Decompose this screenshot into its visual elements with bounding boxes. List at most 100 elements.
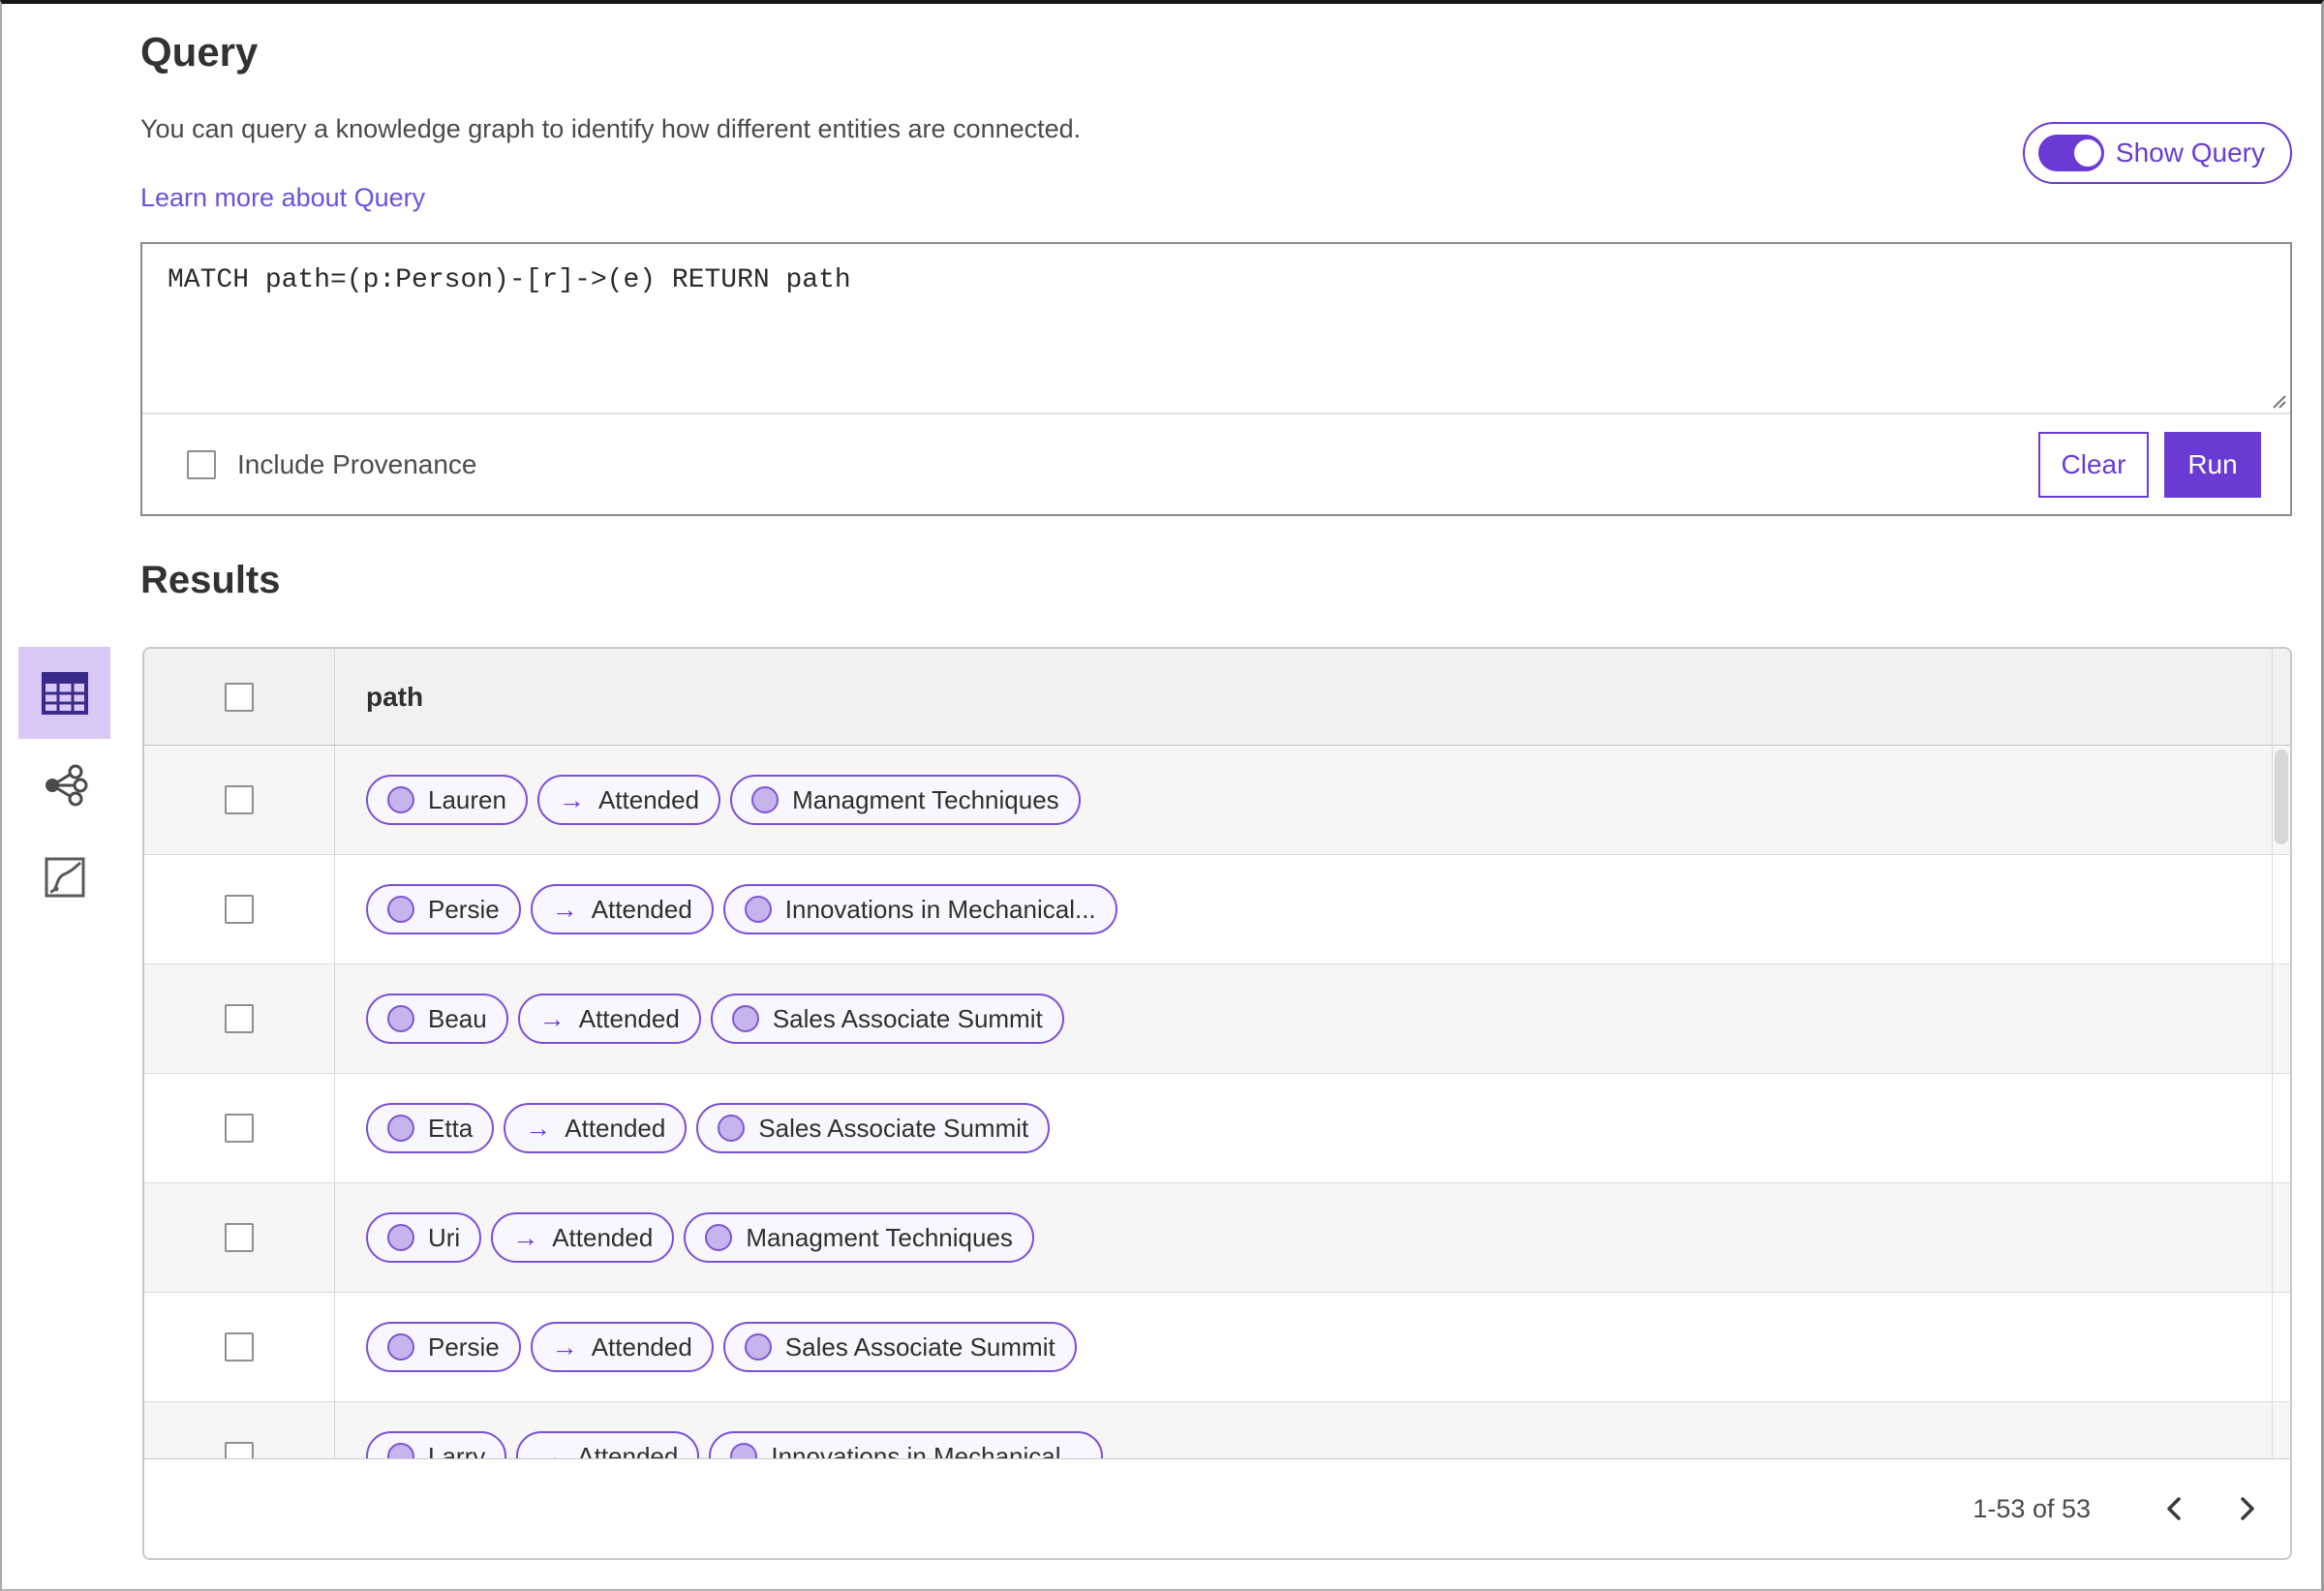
- query-input[interactable]: MATCH path=(p:Person)-[r]->(e) RETURN pa…: [142, 244, 2290, 413]
- pagination-range: 1-53 of 53: [1972, 1493, 2091, 1523]
- node-pill[interactable]: Sales Associate Summit: [696, 1103, 1051, 1153]
- node-label: Etta: [428, 1113, 474, 1143]
- edge-pill[interactable]: → Attended: [536, 775, 721, 825]
- chevron-right-icon: [2241, 1497, 2254, 1520]
- node-label: Beau: [428, 1003, 487, 1033]
- table-row: Etta → Attended Sales Associate Summit: [144, 1074, 2290, 1183]
- header-checkbox-cell: [144, 649, 335, 745]
- node-label: Lauren: [428, 784, 506, 814]
- node-pill[interactable]: Sales Associate Summit: [722, 1322, 1077, 1372]
- node-circle-icon: [744, 1333, 772, 1361]
- node-pill[interactable]: Uri: [366, 1212, 482, 1263]
- node-pill[interactable]: Persie: [366, 884, 521, 934]
- row-checkbox-cell: [144, 1183, 335, 1292]
- table-body: Lauren → Attended Managment Techniques P…: [144, 746, 2290, 1458]
- row-checkbox[interactable]: [225, 1114, 254, 1143]
- row-checkbox[interactable]: [225, 785, 254, 814]
- node-pill[interactable]: Managment Techniques: [684, 1212, 1034, 1263]
- node-pill[interactable]: Sales Associate Summit: [710, 994, 1064, 1044]
- path-cell: Beau → Attended Sales Associate Summit: [335, 994, 2290, 1044]
- column-header-path: path: [366, 681, 424, 712]
- edge-pill[interactable]: → Attended: [530, 884, 714, 934]
- include-provenance-checkbox[interactable]: [187, 449, 216, 479]
- chevron-left-icon: [2167, 1497, 2181, 1520]
- resize-handle-icon[interactable]: [2268, 390, 2287, 410]
- node-label: Innovations in Mechanical...: [771, 1441, 1083, 1459]
- view-switcher-sidebar: [18, 647, 142, 923]
- table-row: Uri → Attended Managment Techniques: [144, 1183, 2290, 1293]
- path-cell: Etta → Attended Sales Associate Summit: [335, 1103, 2290, 1153]
- arrow-right-icon: →: [525, 1113, 552, 1143]
- arrow-right-icon: →: [551, 894, 578, 924]
- pagination-next-button[interactable]: [2224, 1485, 2271, 1532]
- node-label: Persie: [428, 1331, 500, 1362]
- tab-network-view[interactable]: [18, 739, 110, 831]
- path-cell: Persie → Attended Innovations in Mechani…: [335, 884, 2290, 934]
- learn-more-link[interactable]: Learn more about Query: [140, 183, 425, 213]
- arrow-right-icon: →: [538, 1003, 566, 1033]
- row-checkbox[interactable]: [225, 1442, 254, 1458]
- table-footer: 1-53 of 53: [144, 1458, 2290, 1558]
- tab-table-view[interactable]: [18, 647, 110, 739]
- node-circle-icon: [387, 786, 414, 813]
- edge-pill[interactable]: → Attended: [530, 1322, 714, 1372]
- row-checkbox-cell: [144, 1074, 335, 1182]
- edge-pill[interactable]: → Attended: [491, 1212, 675, 1263]
- node-label: Managment Techniques: [746, 1222, 1013, 1252]
- path-cell: Lauren → Attended Managment Techniques: [335, 775, 2290, 825]
- path-cell: Larry → Attended Innovations in Mechanic…: [335, 1431, 2290, 1458]
- show-query-toggle[interactable]: Show Query: [2022, 122, 2292, 184]
- node-pill[interactable]: Persie: [366, 1322, 521, 1372]
- row-checkbox-cell: [144, 1293, 335, 1401]
- node-pill[interactable]: Etta: [366, 1103, 495, 1153]
- row-checkbox-cell: [144, 746, 335, 854]
- node-circle-icon: [387, 1443, 414, 1458]
- row-checkbox[interactable]: [225, 1223, 254, 1252]
- page-description: You can query a knowledge graph to ident…: [140, 114, 1082, 143]
- results-section: path Lauren → Attended Managment Techniq…: [18, 647, 2292, 1560]
- node-label: Persie: [428, 894, 500, 924]
- node-circle-icon: [731, 1005, 759, 1032]
- node-pill[interactable]: Innovations in Mechanical...: [722, 884, 1117, 934]
- intro-text-block: You can query a knowledge graph to ident…: [140, 114, 1081, 213]
- node-circle-icon: [387, 1224, 414, 1251]
- edge-pill[interactable]: → Attended: [517, 994, 701, 1044]
- run-button[interactable]: Run: [2164, 431, 2261, 498]
- node-pill[interactable]: Managment Techniques: [730, 775, 1081, 825]
- node-pill[interactable]: Larry: [366, 1431, 507, 1459]
- toggle-on-icon[interactable]: [2037, 135, 2104, 171]
- node-pill[interactable]: Innovations in Mechanical...: [709, 1431, 1104, 1459]
- edge-pill[interactable]: → Attended: [516, 1431, 700, 1458]
- clear-button[interactable]: Clear: [2038, 431, 2149, 498]
- row-checkbox[interactable]: [225, 895, 254, 924]
- node-circle-icon: [387, 1115, 414, 1142]
- edge-pill[interactable]: → Attended: [504, 1103, 688, 1153]
- node-label: Sales Associate Summit: [758, 1113, 1029, 1143]
- node-pill[interactable]: Beau: [366, 994, 508, 1044]
- results-table-panel: path Lauren → Attended Managment Techniq…: [142, 647, 2292, 1560]
- query-page: Query You can query a knowledge graph to…: [0, 0, 2324, 1591]
- node-circle-icon: [387, 1005, 414, 1032]
- table-row: Larry → Attended Innovations in Mechanic…: [144, 1402, 2290, 1458]
- arrow-right-icon: →: [558, 784, 585, 814]
- node-label: Uri: [428, 1222, 461, 1252]
- table-row: Lauren → Attended Managment Techniques: [144, 746, 2290, 855]
- tab-chart-view[interactable]: [18, 831, 110, 923]
- node-label: Larry: [428, 1441, 486, 1459]
- node-label: Innovations in Mechanical...: [784, 894, 1096, 924]
- edge-label: Attended: [591, 894, 692, 924]
- edge-label: Attended: [597, 784, 700, 814]
- query-editor-panel: MATCH path=(p:Person)-[r]->(e) RETURN pa…: [140, 242, 2292, 516]
- path-cell: Persie → Attended Sales Associate Summit: [335, 1322, 2290, 1372]
- node-circle-icon: [730, 1443, 758, 1458]
- scrollbar-thumb[interactable]: [2275, 750, 2288, 844]
- node-pill[interactable]: Lauren: [366, 775, 528, 825]
- row-checkbox[interactable]: [225, 1332, 254, 1362]
- include-provenance-option: Include Provenance: [187, 449, 477, 480]
- node-circle-icon: [744, 896, 772, 923]
- pagination-prev-button[interactable]: [2151, 1485, 2197, 1532]
- select-all-checkbox[interactable]: [225, 682, 254, 712]
- edge-label: Attended: [552, 1222, 654, 1252]
- query-buttons: Clear Run: [2038, 431, 2261, 498]
- row-checkbox[interactable]: [225, 1004, 254, 1033]
